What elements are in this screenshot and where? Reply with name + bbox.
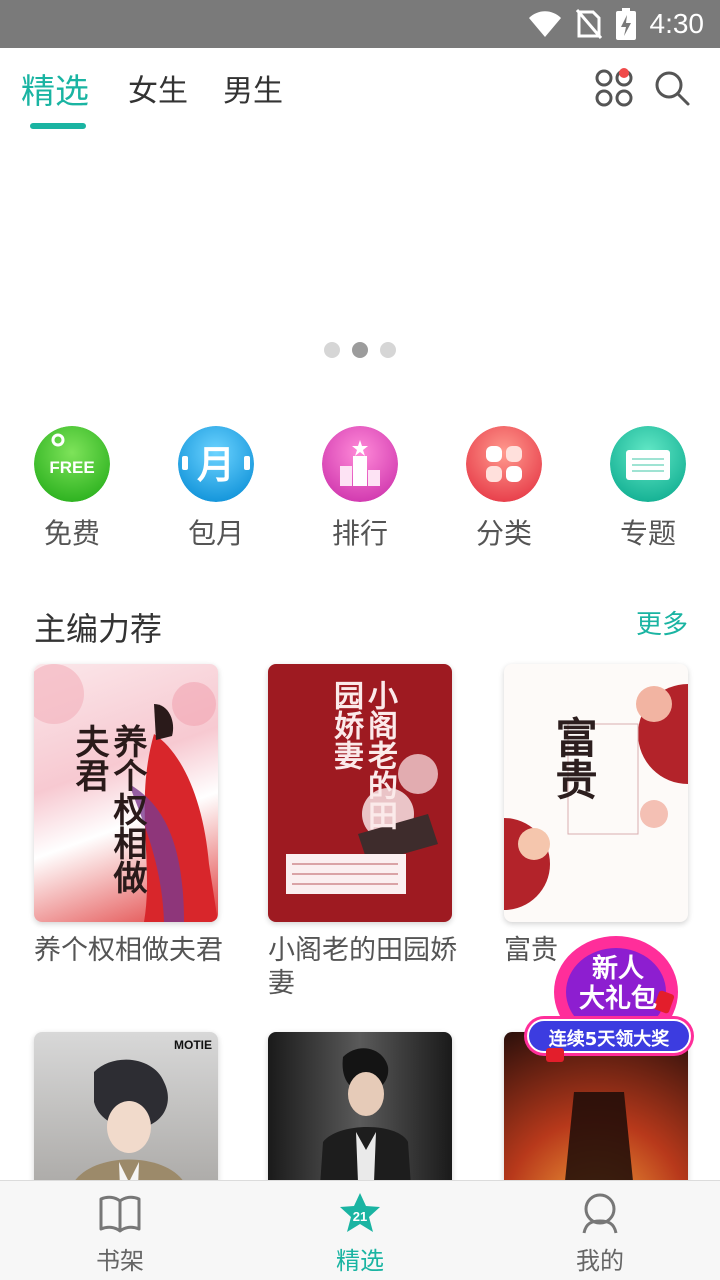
no-sim-icon (575, 9, 602, 39)
free-badge-text: FREE (49, 458, 94, 477)
quick-nav-ranking[interactable]: 排行 (310, 424, 410, 554)
star-icon: 21 (340, 1193, 380, 1232)
tab-male[interactable]: 男生 (223, 66, 283, 110)
quick-nav-topic[interactable]: 专题 (598, 424, 698, 554)
more-link[interactable]: 更多 (636, 604, 688, 641)
active-tab-indicator (30, 123, 86, 129)
banner-page-indicator (0, 342, 720, 358)
free-icon: FREE (34, 426, 110, 502)
top-tab-bar: 精选 女生 男生 (0, 48, 720, 138)
quick-nav-label: 分类 (475, 517, 532, 550)
bottom-nav-label: 我的 (576, 1247, 624, 1275)
apps-grid-icon[interactable] (594, 68, 634, 108)
quick-nav-label: 包月 (187, 517, 244, 550)
bottom-nav: 书架 21 精选 我的 (0, 1180, 720, 1280)
book-cover: 富贵 (504, 664, 688, 922)
book-title: 小阁老的田园娇妻 (268, 935, 457, 999)
tab-featured[interactable]: 精选 (21, 64, 89, 113)
gift-subtitle: 连续5天领大奖 (548, 1029, 670, 1050)
quick-nav-monthly[interactable]: 月 包月 (166, 424, 266, 554)
svg-text:21: 21 (353, 1209, 367, 1224)
clock: 4:30 (649, 8, 705, 39)
open-book-icon (99, 1195, 141, 1233)
search-icon[interactable] (652, 68, 692, 108)
newcomer-gift-badge[interactable]: 新人 大礼包 连续5天领大奖 (516, 932, 706, 1082)
bottom-nav-label: 书架 (96, 1247, 144, 1275)
quick-nav-label: 专题 (619, 517, 676, 550)
battery-charging-icon (615, 8, 636, 40)
monthly-icon: 月 (178, 426, 254, 502)
quick-nav-label: 免费 (43, 517, 100, 550)
tab-female[interactable]: 女生 (128, 66, 188, 110)
quick-nav-free[interactable]: FREE 免费 (22, 424, 122, 554)
publisher-logo: MOTIE (174, 1038, 212, 1052)
status-icons: 4:30 (528, 6, 705, 42)
user-profile-icon (582, 1193, 618, 1234)
topic-card-icon (610, 426, 686, 502)
page-dot-active (352, 342, 368, 358)
page-dot (380, 342, 396, 358)
gift-title-line2: 大礼包 (578, 984, 657, 1014)
page-dot (324, 342, 340, 358)
quick-nav: FREE 免费 月 包月 排行 分类 专题 (0, 424, 720, 554)
wifi-icon (528, 11, 561, 37)
category-grid-icon (466, 426, 542, 502)
cover-title-art: 养个权相做夫君 (69, 724, 147, 894)
bottom-nav-label: 精选 (336, 1247, 384, 1275)
status-bar: 4:30 (0, 0, 720, 48)
quick-nav-label: 排行 (331, 517, 388, 550)
ranking-podium-icon (322, 426, 398, 502)
book-title: 养个权相做夫君 (34, 935, 223, 966)
monthly-badge-text: 月 (197, 443, 235, 487)
app-screen: 4:30 精选 女生 男生 FREE 免费 月 包月 排行 分类 专题 主编力荐… (0, 0, 720, 1280)
bottom-nav-profile[interactable]: 我的 (540, 1181, 660, 1280)
book-cover: 小阁老的田园娇妻 (268, 664, 452, 922)
quick-nav-category[interactable]: 分类 (454, 424, 554, 554)
cover-title-art: 富贵 (549, 716, 598, 800)
cover-title-art: 小阁老的田园娇妻 (328, 680, 397, 830)
book-cover: 养个权相做夫君 (34, 664, 218, 922)
section-title: 主编力荐 (34, 610, 163, 648)
bottom-nav-featured[interactable]: 21 精选 (300, 1181, 420, 1280)
bottom-nav-bookshelf[interactable]: 书架 (60, 1181, 180, 1280)
